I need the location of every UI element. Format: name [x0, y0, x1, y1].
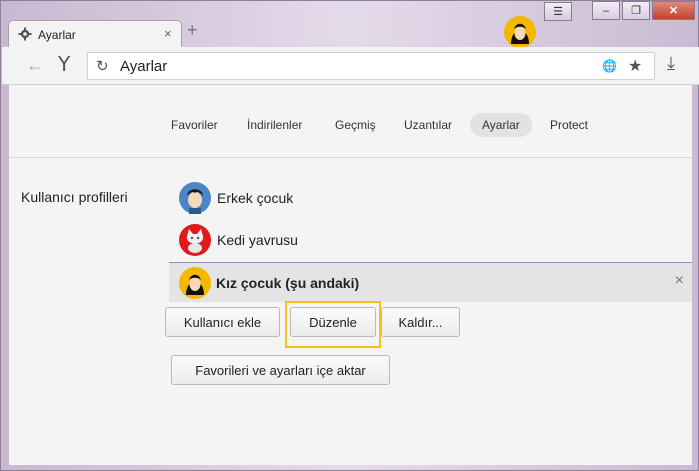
nav-extensions[interactable]: Uzantılar [392, 113, 464, 137]
window-controls: – ❐ ✕ [592, 1, 695, 20]
settings-nav: Favoriler İndirilenler Geçmiş Uzantılar … [9, 85, 692, 158]
new-tab-button[interactable]: + [187, 21, 198, 39]
maximize-button[interactable]: ❐ [622, 1, 650, 20]
boy-avatar-icon [179, 182, 211, 214]
girl-avatar-icon [179, 267, 211, 299]
nav-downloads[interactable]: İndirilenler [235, 113, 314, 137]
remove-profile-icon[interactable]: × [675, 272, 684, 290]
import-bookmarks-button[interactable]: Favorileri ve ayarları içe aktar [171, 355, 390, 385]
profile-item-current[interactable]: Kız çocuk (şu andaki) × [169, 262, 692, 302]
address-text[interactable]: Ayarlar [120, 58, 167, 75]
gear-icon [18, 27, 32, 41]
tab-close-icon[interactable]: × [164, 26, 172, 41]
profile-name: Kedi yavrusu [217, 232, 298, 248]
section-title: Kullanıcı profilleri [21, 189, 128, 205]
tab-settings[interactable]: Ayarlar × [8, 20, 182, 48]
menu-button[interactable]: ☰ [544, 2, 572, 21]
nav-protect[interactable]: Protect [538, 113, 600, 137]
bookmark-star-icon[interactable]: ★ [628, 56, 642, 76]
profile-name: Erkek çocuk [217, 190, 294, 206]
minimize-button[interactable]: – [592, 1, 620, 20]
yandex-logo-icon[interactable]: Y [58, 52, 70, 76]
reload-icon[interactable]: ↻ [96, 57, 109, 75]
settings-page: Favoriler İndirilenler Geçmiş Uzantılar … [9, 85, 692, 465]
remove-button[interactable]: Kaldır... [381, 307, 460, 337]
nav-history[interactable]: Geçmiş [323, 113, 388, 137]
girl-avatar-icon[interactable] [504, 16, 536, 48]
toolbar: ← Y ↻ Ayarlar 🌐 ★ ⤓ [2, 47, 699, 85]
add-user-button[interactable]: Kullanıcı ekle [165, 307, 280, 337]
cat-avatar-icon [179, 224, 211, 256]
tab-strip: Ayarlar × + ☰ – ❐ ✕ [1, 1, 699, 48]
download-icon[interactable]: ⤓ [667, 53, 675, 74]
browser-window: Ayarlar × + ☰ – ❐ ✕ ← Y ↻ Ayarlar 🌐 ★ ⤓ … [0, 0, 699, 471]
back-arrow-icon[interactable]: ← [26, 55, 44, 76]
globe-icon[interactable]: 🌐 [602, 59, 617, 73]
close-window-button[interactable]: ✕ [652, 1, 695, 20]
profile-item-boy[interactable]: Erkek çocuk [179, 181, 293, 215]
profile-item-cat[interactable]: Kedi yavrusu [179, 223, 298, 257]
profile-name-current: Kız çocuk (şu andaki) [216, 275, 360, 291]
nav-favorites[interactable]: Favoriler [159, 113, 230, 137]
nav-settings[interactable]: Ayarlar [470, 113, 532, 137]
tab-title: Ayarlar [38, 28, 76, 42]
address-bar[interactable]: ↻ Ayarlar 🌐 ★ [87, 52, 655, 80]
edit-button[interactable]: Düzenle [290, 307, 376, 337]
